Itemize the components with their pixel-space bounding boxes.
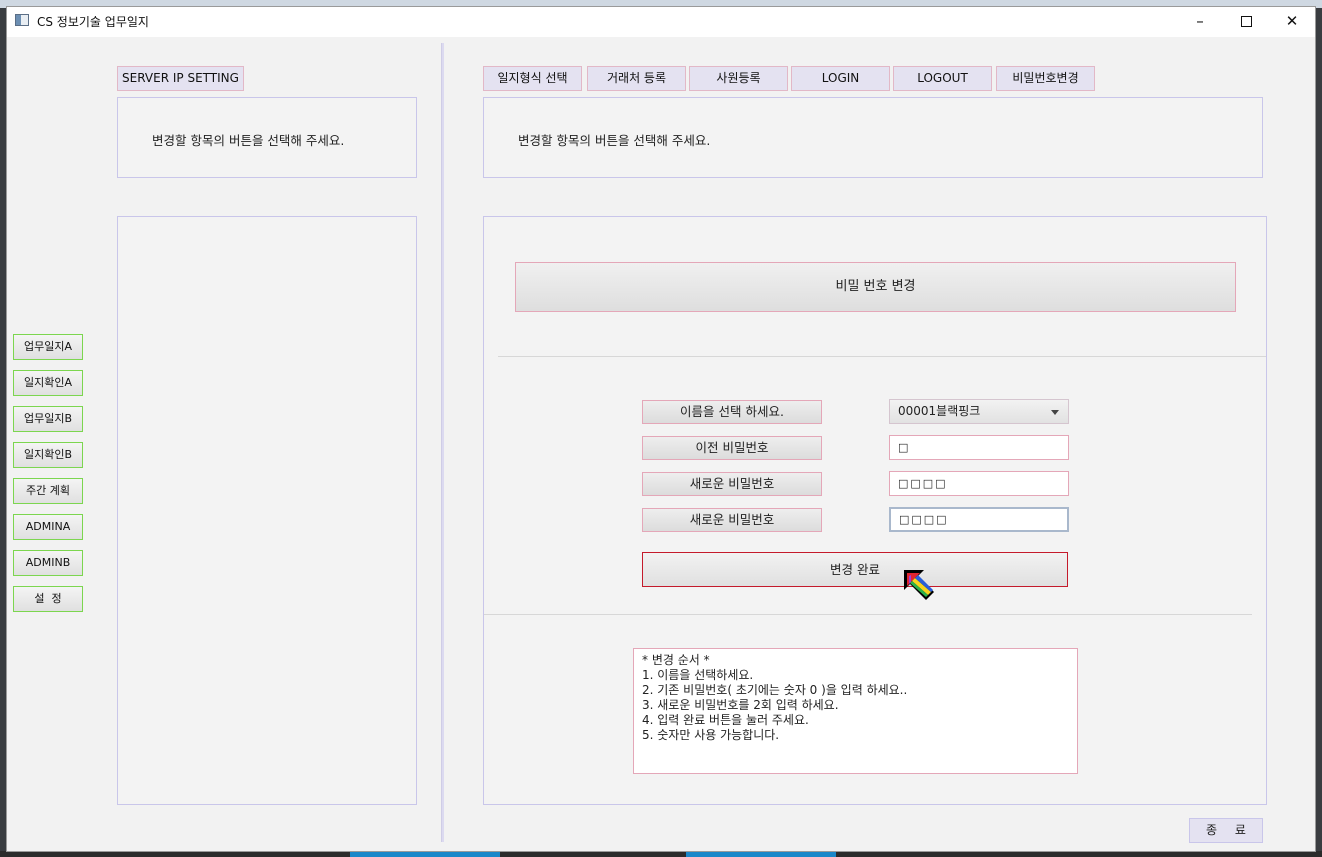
tab-logout[interactable]: LOGOUT	[893, 66, 992, 91]
tab-log-format[interactable]: 일지형식 선택	[483, 66, 582, 91]
close-button[interactable]: ✕	[1269, 7, 1315, 37]
name-select-value: 00001블랙핑크	[898, 404, 981, 418]
old-password-label-button[interactable]: 이전 비밀번호	[642, 436, 822, 460]
title-bar: CS 정보기술 업무일지 – ✕	[7, 7, 1315, 37]
new-password-field[interactable]: □□□□	[889, 471, 1069, 496]
rail-button-work-log-a[interactable]: 업무일지A	[13, 334, 83, 360]
password-change-header-button[interactable]: 비밀 번호 변경	[515, 262, 1236, 312]
window-title: CS 정보기술 업무일지	[37, 15, 149, 29]
left-content-panel	[117, 216, 417, 805]
confirm-password-label-button[interactable]: 새로운 비밀번호	[642, 508, 822, 532]
rail-button-work-log-b[interactable]: 업무일지B	[13, 406, 83, 432]
right-hint-text: 변경할 항목의 버튼을 선택해 주세요.	[518, 133, 711, 148]
new-password-label-button[interactable]: 새로운 비밀번호	[642, 472, 822, 496]
panel-splitter[interactable]	[441, 43, 444, 842]
left-rail: 업무일지A 일지확인A 업무일지B 일지확인B 주간 계획 ADMINA ADM…	[7, 38, 87, 851]
tab-employee-register[interactable]: 사원등록	[689, 66, 788, 91]
instructions-box: * 변경 순서 * 1. 이름을 선택하세요. 2. 기존 비밀번호( 초기에는…	[633, 648, 1078, 774]
server-ip-setting-button[interactable]: SERVER IP SETTING	[117, 66, 244, 91]
name-select[interactable]: 00001블랙핑크	[889, 399, 1069, 424]
rail-button-log-check-a[interactable]: 일지확인A	[13, 370, 83, 396]
rail-button-admin-b[interactable]: ADMINB	[13, 550, 83, 576]
instructions-step-4: 4. 입력 완료 버튼을 눌러 주세요.	[642, 713, 809, 727]
old-password-field[interactable]: □	[889, 435, 1069, 460]
chevron-down-icon	[1051, 410, 1059, 415]
exit-button[interactable]: 종 료	[1189, 818, 1263, 843]
submit-change-button[interactable]: 변경 완료	[642, 552, 1068, 587]
rail-button-admin-a[interactable]: ADMINA	[13, 514, 83, 540]
rainbow-cursor-icon	[904, 570, 934, 600]
rail-button-settings[interactable]: 설 정	[13, 586, 83, 612]
instructions-step-2: 2. 기존 비밀번호( 초기에는 숫자 0 )을 입력 하세요..	[642, 683, 908, 697]
app-icon	[15, 14, 29, 26]
divider-bottom	[484, 614, 1252, 615]
divider-top	[498, 356, 1266, 357]
instructions-step-5: 5. 숫자만 사용 가능합니다.	[642, 728, 780, 742]
confirm-password-field[interactable]: □□□□	[889, 507, 1069, 532]
minimize-button[interactable]: –	[1177, 7, 1223, 37]
instructions-title: * 변경 순서 *	[642, 653, 710, 667]
left-hint-text: 변경할 항목의 버튼을 선택해 주세요.	[152, 133, 345, 148]
instructions-step-3: 3. 새로운 비밀번호를 2회 입력 하세요.	[642, 698, 839, 712]
tab-password-change[interactable]: 비밀번호변경	[996, 66, 1095, 91]
instructions-step-1: 1. 이름을 선택하세요.	[642, 668, 754, 682]
tab-login[interactable]: LOGIN	[791, 66, 890, 91]
tab-client-register[interactable]: 거래처 등록	[587, 66, 686, 91]
rail-button-log-check-b[interactable]: 일지확인B	[13, 442, 83, 468]
name-label-button[interactable]: 이름을 선택 하세요.	[642, 400, 822, 424]
maximize-button[interactable]	[1223, 7, 1269, 37]
maximize-icon	[1240, 16, 1252, 27]
rail-button-weekly-plan[interactable]: 주간 계획	[13, 478, 83, 504]
